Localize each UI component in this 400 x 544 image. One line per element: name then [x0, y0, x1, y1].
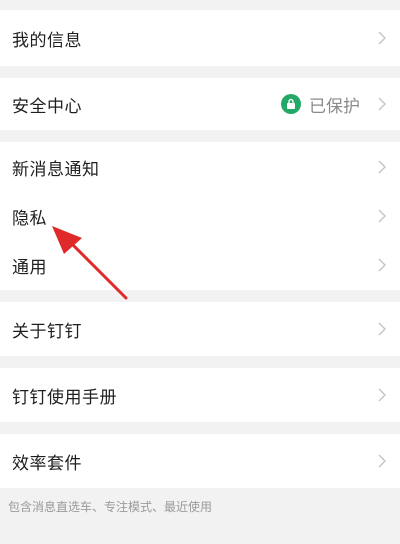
efficiency-suite-label: 效率套件: [12, 453, 82, 474]
group-notify-privacy-general: 新消息通知 隐私 通用: [0, 142, 400, 290]
lock-icon: [281, 94, 301, 114]
chevron-right-icon: [374, 387, 390, 403]
chevron-right-icon: [374, 96, 390, 112]
spacer: [0, 422, 400, 434]
general-row[interactable]: 通用: [0, 240, 400, 290]
about-row[interactable]: 关于钉钉: [0, 302, 400, 356]
manual-label: 钉钉使用手册: [12, 387, 117, 408]
privacy-label: 隐私: [12, 208, 47, 229]
chevron-right-icon: [374, 30, 390, 46]
chevron-right-icon: [374, 159, 390, 175]
group-efficiency: 效率套件: [0, 434, 400, 488]
security-center-label: 安全中心: [12, 96, 82, 117]
group-about: 关于钉钉: [0, 302, 400, 356]
security-status: 已保护: [281, 92, 360, 117]
efficiency-hint: 包含消息直选车、专注模式、最近使用: [8, 500, 213, 514]
group-my-info: 我的信息: [0, 10, 400, 66]
group-manual: 钉钉使用手册: [0, 368, 400, 422]
chevron-right-icon: [374, 453, 390, 469]
chevron-right-icon: [374, 257, 390, 273]
efficiency-suite-row[interactable]: 效率套件: [0, 434, 400, 488]
chevron-right-icon: [374, 208, 390, 224]
spacer: [0, 356, 400, 368]
chevron-right-icon: [374, 321, 390, 337]
about-label: 关于钉钉: [12, 321, 82, 342]
spacer: [0, 130, 400, 142]
privacy-row[interactable]: 隐私: [0, 192, 400, 240]
manual-row[interactable]: 钉钉使用手册: [0, 368, 400, 422]
spacer: [0, 290, 400, 302]
group-security: 安全中心 已保护: [0, 78, 400, 130]
general-label: 通用: [12, 257, 47, 278]
top-spacer: [0, 0, 400, 10]
my-info-row[interactable]: 我的信息: [0, 10, 400, 66]
spacer: [0, 66, 400, 78]
security-status-text: 已保护: [309, 96, 360, 117]
new-message-notify-row[interactable]: 新消息通知: [0, 142, 400, 192]
my-info-label: 我的信息: [12, 30, 82, 51]
security-center-row[interactable]: 安全中心 已保护: [0, 78, 400, 130]
new-message-notify-label: 新消息通知: [12, 159, 100, 180]
